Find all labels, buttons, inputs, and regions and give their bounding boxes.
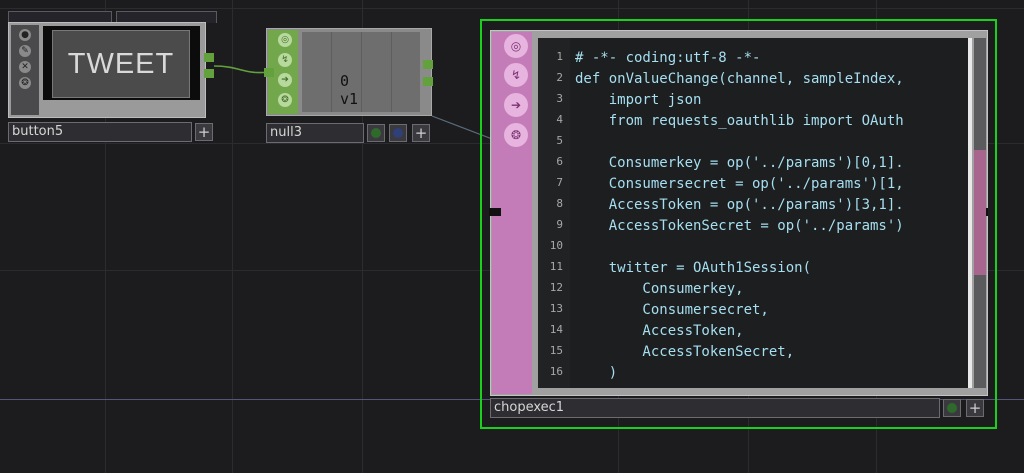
line-number: 14 <box>549 323 563 336</box>
viewer-toggle[interactable] <box>367 124 385 142</box>
code-line[interactable]: 2 def onValueChange(channel, sampleIndex, <box>538 71 904 92</box>
line-number: 3 <box>556 92 563 105</box>
line-number: 6 <box>556 155 563 168</box>
code-text: twitter = OAuth1Session( <box>575 260 812 276</box>
null3-viewer <box>302 32 420 112</box>
code-text: Consumerkey, <box>575 281 744 297</box>
node-menu-button[interactable]: + <box>412 124 430 142</box>
code-line[interactable]: 11 twitter = OAuth1Session( <box>538 260 811 281</box>
plus-icon: + <box>414 124 428 142</box>
line-number: 12 <box>549 281 563 294</box>
viewer-flag-icon[interactable]: ● <box>19 29 31 41</box>
line-number: 2 <box>556 71 563 84</box>
code-line[interactable]: 12 Consumerkey, <box>538 281 744 302</box>
line-number: 9 <box>556 218 563 231</box>
green-dot-icon <box>371 128 381 138</box>
edit-flag-icon[interactable]: ✎ <box>19 45 31 57</box>
chopexec1-name-label[interactable]: chopexec1 <box>490 398 940 418</box>
code-line[interactable]: 7 Consumersecret = op('../params')[1, <box>538 176 904 197</box>
code-text: Consumersecret, <box>575 302 769 318</box>
line-number: 13 <box>549 302 563 315</box>
code-text: Consumerkey = op('../params')[0,1]. <box>575 155 904 171</box>
line-number: 15 <box>549 344 563 357</box>
lock-flag-icon[interactable]: ❂ <box>19 77 31 89</box>
code-text: def onValueChange(channel, sampleIndex, <box>575 71 904 87</box>
bypass-flag-icon[interactable]: ✕ <box>19 61 31 73</box>
code-text: # -*- coding:utf-8 -*- <box>575 50 761 66</box>
line-number: 4 <box>556 113 563 126</box>
tweet-button[interactable]: TWEET <box>52 30 190 98</box>
code-line[interactable]: 13 Consumersecret, <box>538 302 769 323</box>
code-line[interactable]: 14 AccessToken, <box>538 323 744 344</box>
code-text: from requests_oauthlib import OAuth <box>575 113 904 129</box>
node-menu-button[interactable]: + <box>195 123 213 141</box>
viewer-flag-icon[interactable]: ◎ <box>504 34 528 58</box>
input-marker <box>489 208 501 216</box>
lock-flag-icon[interactable]: ❂ <box>504 123 528 147</box>
code-line[interactable]: 5 <box>538 134 575 155</box>
line-number: 10 <box>549 239 563 252</box>
plus-icon: + <box>197 123 211 141</box>
line-number: 8 <box>556 197 563 210</box>
code-editor[interactable]: 1 # -*- coding:utf-8 -*- 2 def onValueChang… <box>538 38 970 388</box>
scrollbar-thumb[interactable] <box>974 150 986 275</box>
code-line[interactable]: 10 <box>538 239 575 260</box>
grid-line <box>232 0 233 473</box>
output-connector[interactable] <box>204 69 214 78</box>
button5-name-label[interactable]: button5 <box>8 122 192 142</box>
node-menu-button[interactable]: + <box>966 399 984 417</box>
null3-name-label[interactable]: null3 <box>266 123 364 143</box>
code-line[interactable]: 4 from requests_oauthlib import OAuth <box>538 113 904 134</box>
code-text: AccessToken = op('../params')[3,1]. <box>575 197 904 213</box>
wire-button5-null3 <box>213 65 269 74</box>
line-number: 1 <box>556 50 563 63</box>
output-connector[interactable] <box>423 60 433 69</box>
lock-flag-icon[interactable]: ❂ <box>278 93 292 107</box>
viewer-flag-icon[interactable]: ◎ <box>278 33 292 47</box>
line-number: 16 <box>549 365 563 378</box>
code-text: AccessToken, <box>575 323 744 339</box>
plus-icon: + <box>968 399 982 417</box>
line-number: 11 <box>549 260 563 273</box>
viewer-toggle[interactable] <box>943 399 961 417</box>
output-connector[interactable] <box>423 77 433 86</box>
display-toggle[interactable] <box>389 124 407 142</box>
code-line[interactable]: 8 AccessToken = op('../params')[3,1]. <box>538 197 904 218</box>
cook-flag-icon[interactable]: ➔ <box>504 93 528 117</box>
bypass-flag-icon[interactable]: ↯ <box>504 63 528 87</box>
editor-edge <box>968 38 972 388</box>
cook-flag-icon[interactable]: ➔ <box>278 73 292 87</box>
code-text: Consumersecret = op('../params')[1, <box>575 176 904 192</box>
code-text: AccessTokenSecret = op('../params') <box>575 218 904 234</box>
grid-line <box>0 8 1024 9</box>
line-number: 7 <box>556 176 563 189</box>
output-connector[interactable] <box>204 53 214 62</box>
bypass-flag-icon[interactable]: ↯ <box>278 53 292 67</box>
blue-dot-icon <box>393 128 403 138</box>
code-text: AccessTokenSecret, <box>575 344 795 360</box>
channel-value-readout: 0 v1 <box>340 72 359 108</box>
code-line[interactable]: 9 AccessTokenSecret = op('../params') <box>538 218 904 239</box>
line-number: 5 <box>556 134 563 147</box>
code-line[interactable]: 1 # -*- coding:utf-8 -*- <box>538 50 760 71</box>
code-line[interactable]: 6 Consumerkey = op('../params')[0,1]. <box>538 155 904 176</box>
input-connector[interactable] <box>264 68 274 77</box>
code-line[interactable]: 15 AccessTokenSecret, <box>538 344 794 365</box>
code-text: import json <box>575 92 702 108</box>
code-text: ) <box>575 365 618 381</box>
code-line[interactable]: 3 import json <box>538 92 701 113</box>
code-line[interactable]: 16 ) <box>538 365 617 386</box>
green-dot-icon <box>947 403 957 413</box>
